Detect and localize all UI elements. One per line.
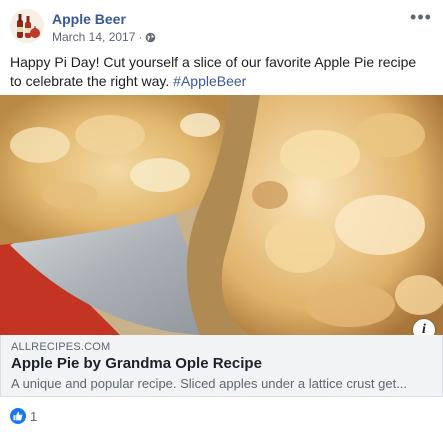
page-name-link[interactable]: Apple Beer — [52, 11, 126, 27]
meta-separator: · — [138, 30, 143, 44]
link-title[interactable]: Apple Pie by Grandma Ople Recipe — [11, 355, 262, 372]
globe-icon[interactable] — [145, 32, 156, 43]
link-preview-card[interactable]: ALLRECIPES.COM Apple Pie by Grandma Ople… — [0, 335, 443, 397]
ellipsis-icon: ••• — [410, 6, 432, 27]
link-domain: ALLRECIPES.COM — [11, 341, 111, 353]
like-icon — [10, 408, 26, 424]
info-icon[interactable]: i — [413, 319, 435, 335]
post-header: Apple Beer March 14, 2017 · ••• — [0, 0, 443, 52]
reaction-count: 1 — [30, 408, 38, 424]
link-preview-image[interactable]: i — [0, 95, 443, 335]
hashtag-link[interactable]: #AppleBeer — [173, 73, 246, 89]
thumbs-up-icon — [13, 411, 23, 421]
apple-beer-bottles-logo — [10, 9, 44, 43]
page-avatar[interactable] — [10, 9, 44, 43]
apple-pie-photo — [0, 95, 443, 335]
post-meta: March 14, 2017 · — [52, 30, 156, 44]
link-description: A unique and popular recipe. Sliced appl… — [11, 376, 408, 391]
post-message: Happy Pi Day! Cut yourself a slice of ou… — [10, 53, 430, 91]
more-options-button[interactable]: ••• — [407, 6, 435, 28]
reaction-summary[interactable]: 1 — [10, 408, 37, 424]
post-date[interactable]: March 14, 2017 — [52, 30, 135, 44]
